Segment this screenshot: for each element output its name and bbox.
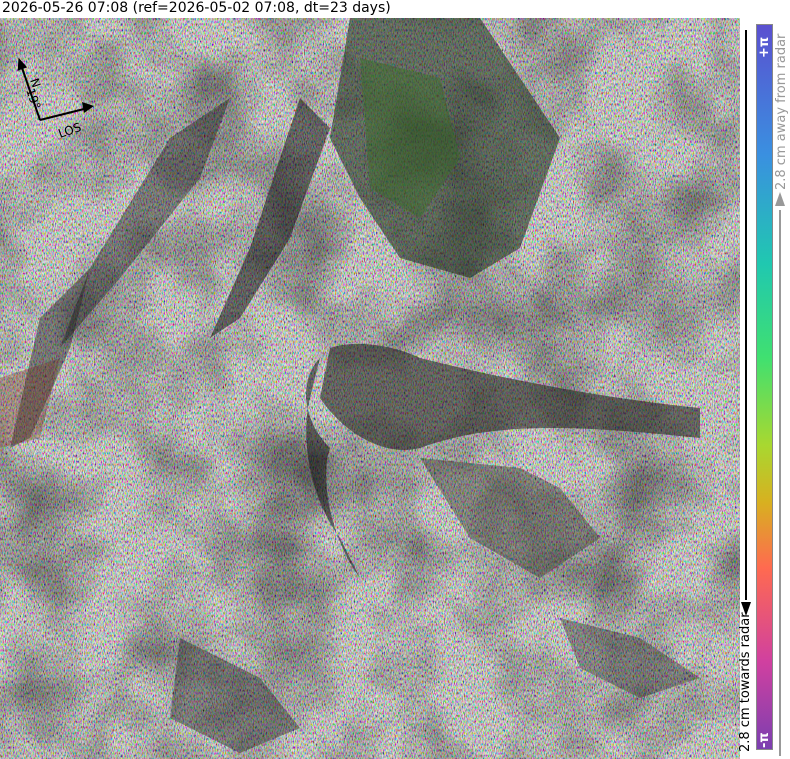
- interferogram-image: [0, 18, 740, 759]
- compass-rose: N 19° LOS: [17, 57, 94, 141]
- image-title: 2026-05-26 07:08 (ref=2026-05-02 07:08, …: [2, 0, 391, 16]
- colorbar-away-label: 2.8 cm away from radar: [774, 33, 789, 190]
- colorbar-towards-label: 2.8 cm towards radar: [738, 612, 753, 752]
- compass-heading-label: 19°: [23, 86, 43, 111]
- compass-los-label: LOS: [56, 120, 83, 141]
